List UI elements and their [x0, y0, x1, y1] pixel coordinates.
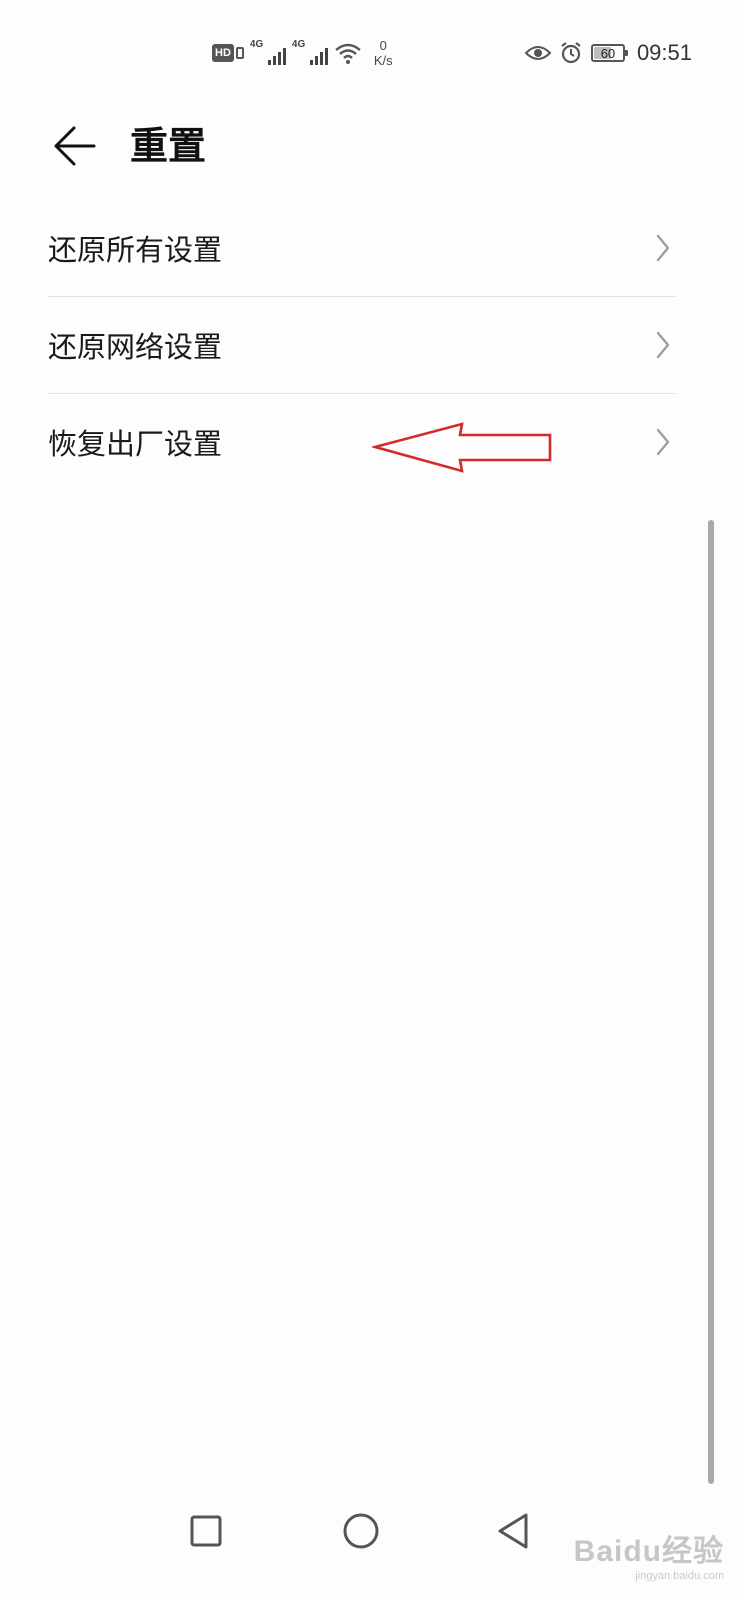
list-item-label: 还原网络设置: [48, 330, 223, 364]
home-button[interactable]: [336, 1506, 386, 1556]
watermark-url: jingyan.baidu.com: [635, 1570, 724, 1582]
red-arrow-left-icon: [372, 422, 552, 473]
circle-home-icon: [343, 1513, 379, 1549]
list-item-factory-reset[interactable]: 恢复出厂设置: [48, 393, 676, 490]
arrow-left-icon: [54, 126, 96, 166]
list-item-label: 恢复出厂设置: [48, 427, 223, 461]
chevron-right-icon: [656, 331, 670, 359]
scrollbar[interactable]: [708, 520, 714, 1484]
signal-icon: 4G: [250, 39, 286, 67]
net-speed-value: 0: [379, 38, 387, 53]
status-right-group: 60 09:51: [524, 38, 692, 68]
alarm-icon: [561, 42, 581, 64]
sim2-network-label: 4G: [291, 39, 306, 50]
wifi-icon: [335, 43, 361, 64]
chevron-right-icon: [656, 428, 670, 456]
net-speed: 0 K/s: [374, 38, 393, 68]
list-item-reset-network-settings[interactable]: 还原网络设置: [48, 296, 676, 393]
hd-volte-icon: HD: [212, 44, 244, 62]
nav-back-button[interactable]: [488, 1506, 538, 1556]
lock-icon: [235, 47, 244, 59]
eye-comfort-icon: [524, 46, 551, 60]
battery-icon: 60: [590, 44, 628, 62]
settings-list: 还原所有设置 还原网络设置 恢复出厂设置: [48, 200, 676, 490]
battery-level: 60: [600, 45, 616, 61]
square-recents-icon: [190, 1515, 222, 1547]
sim1-network-label: 4G: [249, 39, 264, 50]
page-title: 重置: [130, 124, 207, 168]
back-button[interactable]: [44, 116, 104, 176]
recents-button[interactable]: [181, 1506, 231, 1556]
signal-icon: 4G: [292, 39, 328, 67]
app-header: 重置: [0, 110, 738, 182]
triangle-back-icon: [498, 1513, 528, 1549]
hd-label: HD: [212, 44, 234, 62]
list-item-label: 还原所有设置: [48, 233, 223, 267]
chevron-right-icon: [656, 234, 670, 262]
net-speed-unit: K/s: [373, 53, 393, 68]
watermark: Baidu经验 jingyan.baidu.com: [574, 1526, 724, 1582]
status-left-group: HD 4G 4G 0 K/s: [212, 36, 393, 70]
status-clock: 09:51: [636, 40, 692, 65]
status-bar: HD 4G 4G 0 K/s 60 09:51: [0, 0, 738, 100]
watermark-logo: Baidu经验: [573, 1535, 724, 1568]
list-item-reset-all-settings[interactable]: 还原所有设置: [48, 200, 676, 296]
